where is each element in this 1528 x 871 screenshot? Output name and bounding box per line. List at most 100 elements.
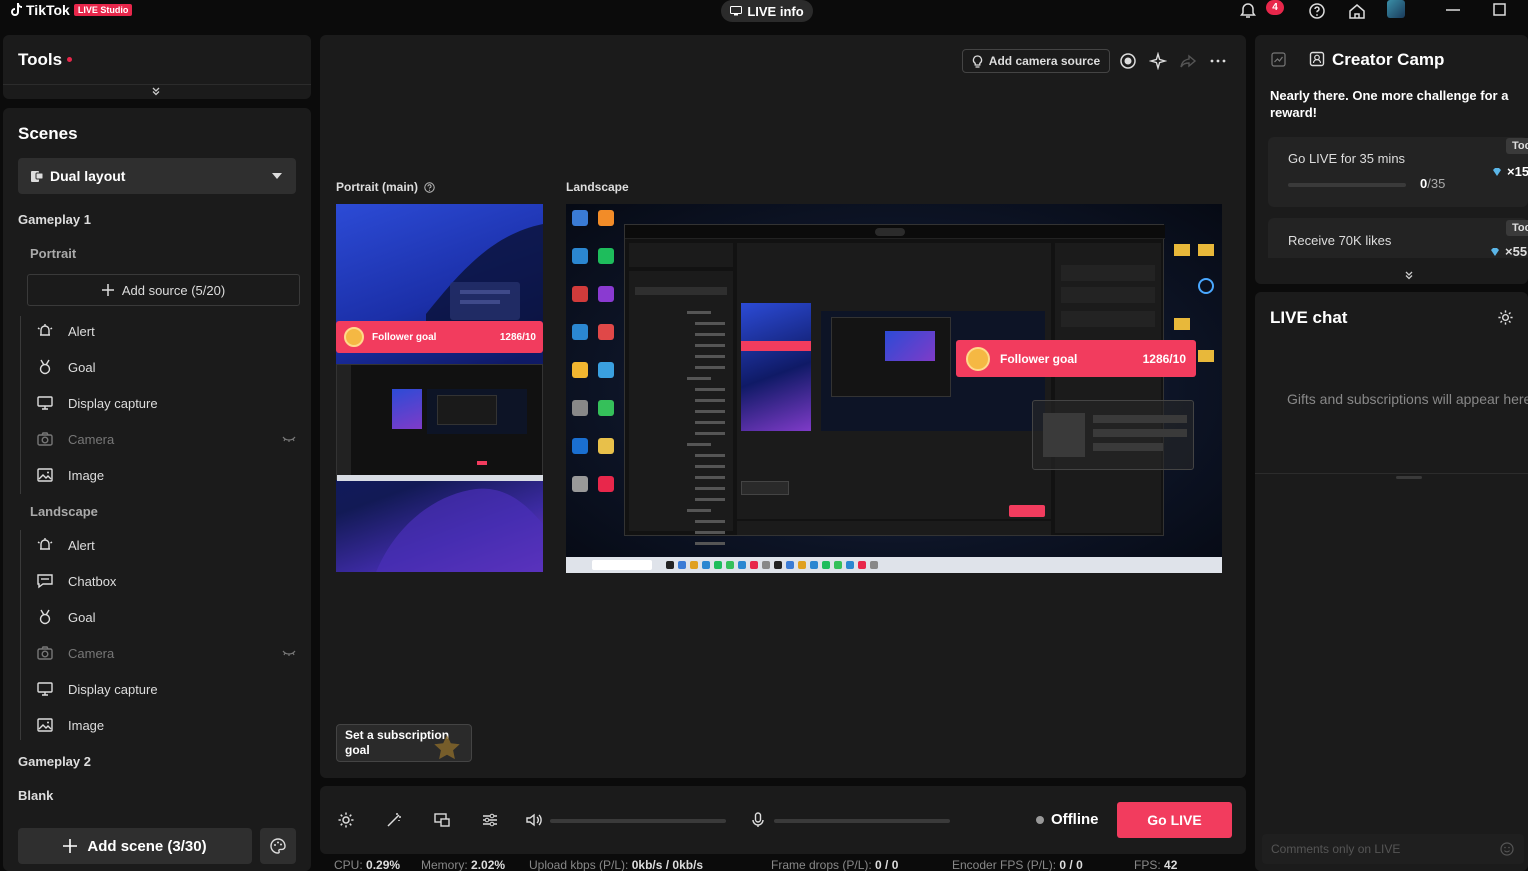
bell-icon[interactable] [1239,2,1257,20]
magic-wand-icon[interactable] [385,811,403,829]
challenge-tag: Toc [1506,138,1528,154]
scene-blank[interactable]: Blank [18,788,53,803]
source-item-goal[interactable]: Goal [36,356,296,378]
nested-list-row [695,366,725,369]
speaker-icon[interactable] [525,811,543,829]
desktop-app-icon [572,248,588,264]
desktop-app-icon [572,476,588,492]
nested-app-window [624,224,1165,545]
source-item-camera[interactable]: Camera [36,428,296,450]
source-item-alert[interactable]: Alert [36,320,296,342]
brand-name: TikTok [26,2,70,18]
go-live-button[interactable]: Go LIVE [1117,802,1232,838]
taskbar-app-icon [738,561,746,569]
stat-frame-drops: Frame drops (P/L): 0 / 0 [771,858,898,871]
camera-icon [37,432,53,446]
fade-overlay [1255,258,1528,270]
source-item-display-capture[interactable]: Display capture [36,392,296,414]
minimize-icon[interactable] [1444,2,1462,20]
stat-value: 0 / 0 [1059,858,1083,871]
taskbar-app-icon [690,561,698,569]
live-chat-title: LIVE chat [1270,308,1348,327]
star-icon [434,735,460,760]
avatar[interactable] [1387,0,1405,18]
scene-gameplay-2[interactable]: Gameplay 2 [18,754,91,769]
subscene-portrait[interactable]: Portrait [30,246,76,261]
home-icon[interactable] [1348,2,1366,20]
desktop-app-icon [572,362,588,378]
scene-gameplay-1[interactable]: Gameplay 1 [18,212,91,227]
challenge-card[interactable] [1268,137,1528,207]
speaker-volume-slider[interactable] [550,819,726,823]
source-item-image[interactable]: Image [36,714,296,736]
source-item-display-capture[interactable]: Display capture [36,678,296,700]
desktop-app-icon [572,210,588,226]
creator-camp-subtitle: Nearly there. One more challenge for a r… [1270,88,1509,120]
source-item-goal[interactable]: Goal [36,606,296,628]
source-item-label: Image [68,717,105,733]
dual-layout-icon [31,171,44,182]
sliders-icon[interactable] [481,811,499,829]
portrait-preview-canvas[interactable]: Follower goal 1286/10 [336,204,543,572]
effects-sparkle-icon[interactable] [1149,52,1167,70]
help-icon[interactable] [424,181,435,193]
source-item-camera[interactable]: Camera [36,642,296,664]
hidden-eye-icon[interactable] [282,434,296,444]
source-item-image[interactable]: Image [36,464,296,486]
subscene-landscape[interactable]: Landscape [30,504,98,519]
studio-badge: LIVE Studio [73,4,133,16]
add-camera-source-button[interactable]: Add camera source [962,49,1110,73]
share-icon[interactable] [1179,52,1197,70]
resize-handle[interactable] [1396,476,1422,479]
stat-value: 0 / 0 [875,858,899,871]
more-options-icon[interactable] [1209,52,1227,70]
desktop-app-icon [572,324,588,340]
source-item-chatbox[interactable]: Chatbox [36,570,296,592]
taskbar-app-icon [666,561,674,569]
goal-icon [39,609,51,625]
landscape-follower-goal-widget: Follower goal 1286/10 [956,340,1196,377]
settings-gear-icon[interactable] [1497,309,1514,326]
layout-select[interactable]: Dual layout [18,158,296,194]
challenge-reward: ×15 [1507,164,1528,179]
screen-share-icon[interactable] [433,811,451,829]
status-dot [1036,816,1044,824]
expand-chevron-icon[interactable] [1404,270,1414,280]
portrait-label-text: Portrait (main) [336,180,419,194]
add-scene-button[interactable]: Add scene (3/30) [18,828,252,864]
nested-list-row [695,421,725,424]
live-info-button[interactable]: LIVE info [721,0,813,22]
microphone-icon[interactable] [749,811,767,829]
source-item-label: Alert [68,323,95,339]
taskbar-app-icon [702,561,710,569]
source-item-label: Alert [68,537,95,553]
landscape-label: Landscape [566,180,629,194]
desktop-app-icon [598,476,614,492]
microphone-volume-slider[interactable] [774,819,950,823]
settings-gear-icon[interactable] [337,811,355,829]
diamond-icon [1493,168,1501,176]
challenge-progress-track [1288,183,1406,187]
desktop-app-icon [598,362,614,378]
add-scene-label: Add scene (3/30) [87,837,207,855]
chat-input[interactable]: Comments only on LIVE [1262,834,1524,864]
hidden-eye-icon[interactable] [282,648,296,658]
taskbar-app-icon [750,561,758,569]
portrait-label: Portrait (main) [336,180,435,194]
help-icon[interactable] [1308,2,1326,20]
record-icon[interactable] [1119,52,1137,70]
chart-icon[interactable] [1271,52,1286,67]
emoji-icon[interactable] [1500,842,1514,856]
expand-chevron-icon[interactable] [151,86,161,96]
chat-empty-message: Gifts and subscriptions will appear here [1287,391,1528,407]
source-item-alert[interactable]: Alert [36,534,296,556]
maximize-icon[interactable] [1491,2,1509,20]
add-source-button[interactable]: Add source (5/20) [27,274,300,306]
landscape-preview-canvas[interactable]: Follower goal 1286/10 [566,204,1222,573]
stats-bar: CPU: 0.29% Memory: 2.02% Upload kbps (P/… [334,858,1244,871]
stat-label: FPS: [1134,858,1161,871]
desktop-app-icon [572,438,588,454]
taskbar-app-icon [786,561,794,569]
palette-button[interactable] [260,828,296,864]
display-icon [37,396,53,410]
